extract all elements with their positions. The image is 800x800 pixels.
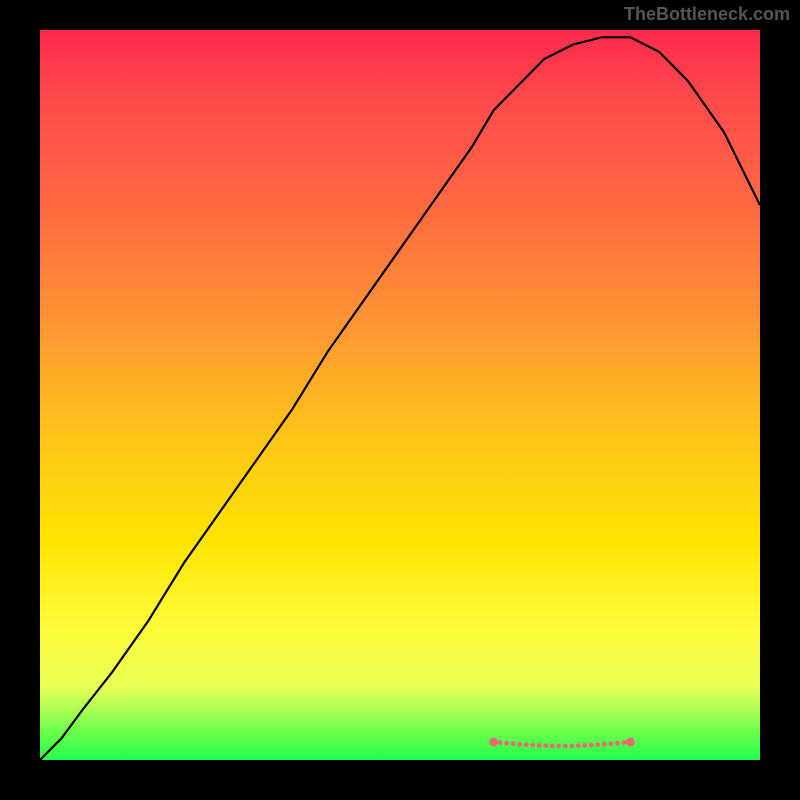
plot-area: [40, 30, 760, 760]
flat-region-dot: [530, 743, 535, 748]
flat-region-dot: [582, 743, 587, 748]
flat-region-dot: [576, 743, 581, 748]
flat-region-dot: [569, 744, 574, 749]
chart-overlay: [40, 30, 760, 760]
flat-region-dot: [504, 741, 509, 746]
flat-region-dot: [489, 738, 498, 747]
attribution-text: TheBottleneck.com: [624, 4, 790, 25]
flat-region-dot: [602, 742, 607, 747]
flat-region-dot: [524, 742, 529, 747]
flat-region-dot: [543, 743, 548, 748]
flat-region-dot: [550, 744, 555, 749]
flat-region-dot: [517, 742, 522, 747]
flat-region-dot: [615, 741, 620, 746]
flat-region-dot: [595, 742, 600, 747]
flat-region-dot: [609, 741, 614, 746]
flat-region-dot: [622, 740, 627, 745]
flat-region-dot: [556, 744, 561, 749]
flat-region-dot: [589, 743, 594, 748]
flat-region-dot: [498, 740, 503, 745]
flat-region-dot: [511, 741, 516, 746]
flat-region-dots: [489, 738, 635, 749]
flat-region-dot: [537, 743, 542, 748]
flat-region-dot: [563, 744, 568, 749]
curve-line: [40, 37, 760, 760]
flat-region-dot: [626, 738, 635, 747]
